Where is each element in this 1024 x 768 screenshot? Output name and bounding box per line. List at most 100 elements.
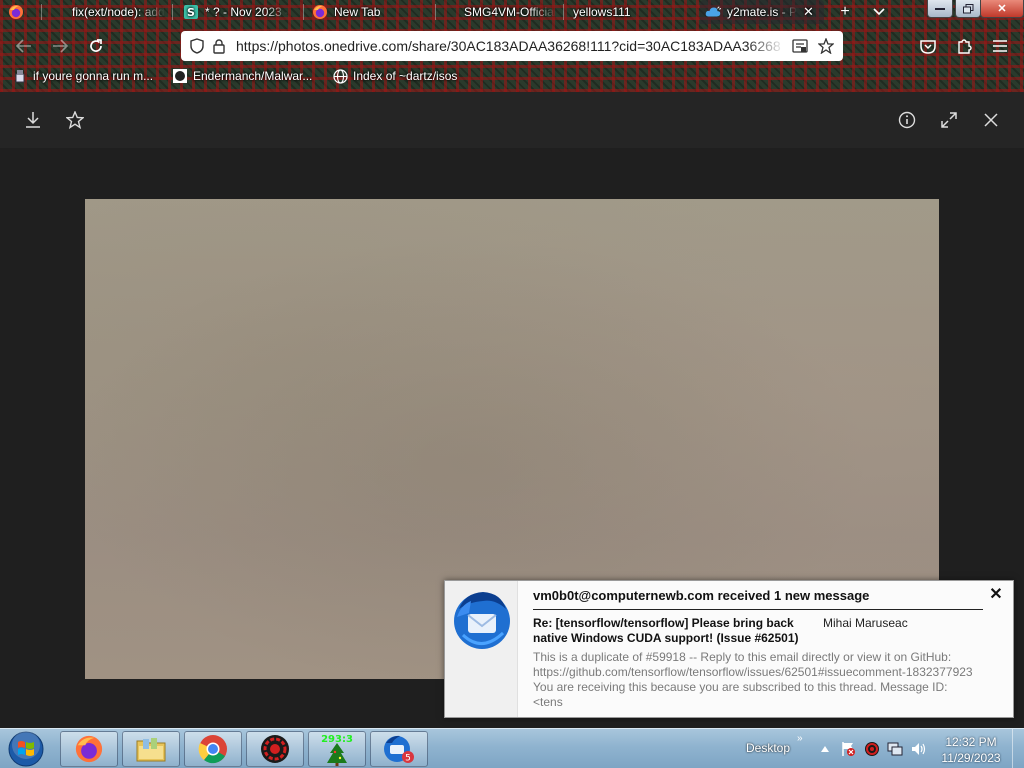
tab-list-button[interactable] <box>868 2 890 22</box>
close-icon[interactable]: ✕ <box>803 4 814 20</box>
tab-separator <box>172 4 173 20</box>
notification-icon-area <box>445 581 518 717</box>
fullscreen-button[interactable] <box>935 106 963 134</box>
tab-nov-2023[interactable]: S * ? - Nov 2023 - <box>183 0 295 24</box>
chrome-icon <box>198 735 227 764</box>
thunderbird-icon: 5 <box>384 735 414 764</box>
firefox-icon <box>8 4 24 20</box>
taskbar-thunderbird[interactable]: 5 <box>370 731 428 767</box>
minimize-button[interactable] <box>927 0 953 18</box>
arrow-right-icon <box>53 39 68 53</box>
menu-button[interactable] <box>987 33 1013 59</box>
tab-separator <box>435 4 436 20</box>
address-bar[interactable]: https://photos.onedrive.com/share/30AC18… <box>181 31 843 61</box>
bookmark-item[interactable]: Index of ~dartz/isos <box>332 66 457 86</box>
close-icon <box>984 113 998 127</box>
tab-label: * ? - Nov 2023 - <box>205 5 290 19</box>
tab-separator <box>303 4 304 20</box>
info-button[interactable] <box>893 106 921 134</box>
caret-up-icon <box>821 746 829 752</box>
new-tab-button[interactable]: + <box>834 2 856 22</box>
lock-icon[interactable] <box>208 35 230 57</box>
taskbar: 293:3 5 Desktop » 12:32 PM 11/29/2023 <box>0 728 1024 768</box>
toolbar-chevron[interactable]: » <box>797 733 803 744</box>
taskbar-clock[interactable]: 12:32 PM 11/29/2023 <box>936 734 1006 766</box>
extensions-button[interactable] <box>951 33 977 59</box>
bookmark-label: Endermanch/Malwar... <box>193 69 313 83</box>
reader-view-icon[interactable] <box>789 35 811 57</box>
taskbar-file-explorer[interactable] <box>122 731 180 767</box>
tab-new-tab[interactable]: New Tab <box>312 0 427 24</box>
show-hidden-icons-button[interactable] <box>817 741 833 757</box>
clock-time: 12:32 PM <box>945 735 997 749</box>
tab-fix-ext-node[interactable]: fix(ext/node): add <box>72 0 167 24</box>
arrow-left-icon <box>16 39 31 53</box>
volume-icon[interactable] <box>911 741 927 757</box>
message-preview: This is a duplicate of #59918 -- Reply t… <box>533 650 973 709</box>
taskbar-chrome[interactable] <box>184 731 242 767</box>
taskbar-firefox[interactable] <box>60 731 118 767</box>
tab-separator <box>41 4 42 20</box>
reload-button[interactable] <box>83 33 109 59</box>
tab-separator <box>563 4 564 20</box>
globe-icon <box>332 68 348 84</box>
cloud-icon <box>705 4 721 20</box>
back-button[interactable] <box>11 33 37 59</box>
tab-smg4vm[interactable]: SMG4VM-Official <box>464 0 556 24</box>
start-button[interactable] <box>6 731 46 767</box>
tab-firefox-menu[interactable] <box>8 0 30 24</box>
star-icon <box>66 111 84 129</box>
taskbar-tree-timer[interactable]: 293:3 <box>308 731 366 767</box>
tab-yellows111[interactable]: yellows111 <box>573 0 688 24</box>
bookmark-item[interactable]: Endermanch/Malwar... <box>172 66 312 86</box>
bookmarks-bar: if youre gonna run m... Endermanch/Malwa… <box>0 64 1024 88</box>
show-desktop-button[interactable] <box>1012 729 1024 768</box>
browser-chrome: fix(ext/node): add S * ? - Nov 2023 - Ne… <box>0 0 1024 92</box>
url-text[interactable]: https://photos.onedrive.com/share/30AC18… <box>230 38 785 54</box>
maximize-button[interactable] <box>955 0 981 18</box>
thunderbird-icon <box>454 592 510 649</box>
tab-strip: fix(ext/node): add S * ? - Nov 2023 - Ne… <box>0 0 1024 24</box>
message-sender: Mihai Maruseac <box>823 616 908 630</box>
info-icon <box>898 111 916 129</box>
bookmark-item[interactable]: if youre gonna run m... <box>12 66 153 86</box>
shield-icon[interactable] <box>186 35 208 57</box>
window-close-button[interactable]: ✕ <box>980 0 1024 18</box>
taskbar-red-app[interactable] <box>246 731 304 767</box>
reload-icon <box>90 39 102 52</box>
viewer-close-button[interactable] <box>977 106 1005 134</box>
firefox-icon <box>75 735 103 763</box>
tab-label: y2mate.is - P <box>727 5 798 19</box>
favorite-button[interactable] <box>61 106 89 134</box>
restore-icon <box>962 3 973 13</box>
bookmark-star-icon[interactable] <box>815 35 837 57</box>
windows-logo-icon <box>8 731 44 767</box>
christmas-tree-icon: 293:3 <box>321 734 353 766</box>
github-icon <box>172 68 188 84</box>
nav-bar: https://photos.onedrive.com/share/30AC18… <box>0 30 1024 62</box>
tab-y2mate[interactable]: y2mate.is - P ✕ <box>700 0 824 24</box>
desktop-toolbar-label[interactable]: Desktop <box>746 741 790 755</box>
viewer-toolbar <box>0 92 1024 148</box>
firefox-icon <box>312 4 328 20</box>
bookmark-label: if youre gonna run m... <box>33 69 154 83</box>
notification-close-button[interactable]: ✕ <box>988 587 1004 603</box>
network-icon[interactable] <box>887 741 903 757</box>
message-subject: Re: [tensorflow/tensorflow] Please bring… <box>533 616 799 645</box>
pocket-icon <box>920 39 936 54</box>
mail-notification[interactable]: vm0b0t@computernewb.com received 1 new m… <box>444 580 1014 718</box>
folder-icon <box>136 738 166 762</box>
pocket-button[interactable] <box>915 33 941 59</box>
forward-button[interactable] <box>47 33 73 59</box>
s-logo-icon: S <box>183 4 199 20</box>
tab-label: yellows111 <box>573 5 631 19</box>
action-center-icon[interactable] <box>840 741 856 757</box>
download-icon <box>26 112 40 128</box>
usb-icon <box>12 68 28 84</box>
download-button[interactable] <box>19 106 47 134</box>
red-gear-icon[interactable] <box>864 741 880 757</box>
svg-text:S: S <box>187 6 195 19</box>
tab-label: New Tab <box>334 5 381 19</box>
bookmark-label: Index of ~dartz/isos <box>353 69 458 83</box>
unread-count-badge: 5 <box>405 754 411 764</box>
